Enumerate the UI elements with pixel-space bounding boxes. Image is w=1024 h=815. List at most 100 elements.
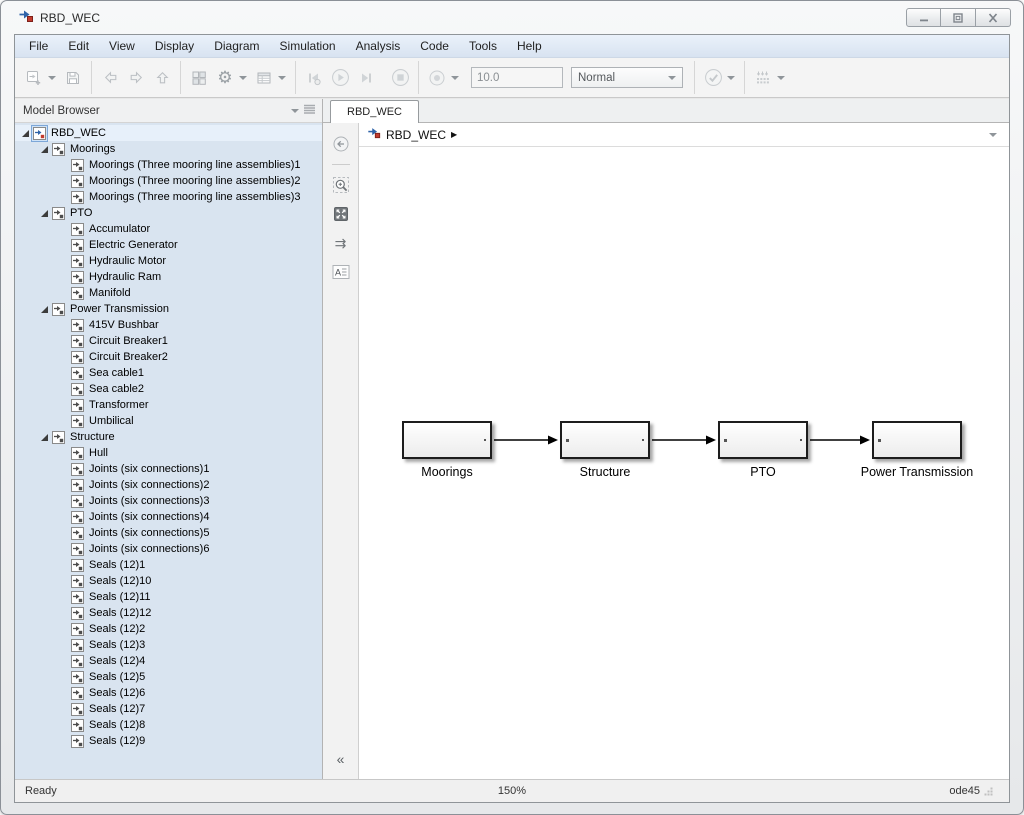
panel-dropdown-chevron-icon[interactable]	[291, 109, 299, 113]
run-button[interactable]	[327, 65, 353, 91]
tree-expander-icon[interactable]	[38, 209, 51, 218]
tree-item[interactable]: Seals (12)10	[15, 573, 322, 589]
build-button[interactable]	[750, 65, 776, 91]
tree-item[interactable]: Seals (12)6	[15, 685, 322, 701]
diagram[interactable]: Moorings Structure PTO Power Transmission	[359, 147, 1009, 779]
menu-view[interactable]: View	[99, 36, 145, 56]
tree-expander-icon[interactable]	[38, 305, 51, 314]
tree-item[interactable]: Hydraulic Ram	[15, 269, 322, 285]
block-label[interactable]: Structure	[580, 465, 631, 479]
close-button[interactable]	[976, 8, 1011, 27]
tree-item[interactable]: Joints (six connections)6	[15, 541, 322, 557]
breadcrumb-chevron-down-icon[interactable]	[989, 133, 997, 137]
menu-code[interactable]: Code	[410, 36, 459, 56]
menu-display[interactable]: Display	[145, 36, 204, 56]
step-forward-button[interactable]	[353, 65, 379, 91]
block-moorings[interactable]	[402, 421, 492, 459]
block-pto[interactable]	[718, 421, 808, 459]
tree-item[interactable]: Seals (12)12	[15, 605, 322, 621]
tree-item[interactable]: Sea cable1	[15, 365, 322, 381]
tree-item[interactable]: Joints (six connections)2	[15, 477, 322, 493]
tree-expander-icon[interactable]	[38, 433, 51, 442]
block-label[interactable]: PTO	[750, 465, 775, 479]
menu-help[interactable]: Help	[507, 36, 552, 56]
tree-item[interactable]: Moorings	[15, 141, 322, 157]
tree-item[interactable]: Joints (six connections)1	[15, 461, 322, 477]
menu-analysis[interactable]: Analysis	[346, 36, 411, 56]
tree-item[interactable]: Hull	[15, 445, 322, 461]
tree-item[interactable]: Seals (12)7	[15, 701, 322, 717]
tree-item[interactable]: Seals (12)4	[15, 653, 322, 669]
block-label[interactable]: Power Transmission	[861, 465, 974, 479]
tree-item[interactable]: Structure	[15, 429, 322, 445]
menu-tools[interactable]: Tools	[459, 36, 507, 56]
tree-expander-icon[interactable]	[19, 129, 32, 138]
minimize-button[interactable]	[906, 8, 941, 27]
tree-item[interactable]: Seals (12)9	[15, 733, 322, 749]
library-browser-button[interactable]	[186, 65, 212, 91]
tree-item[interactable]: Seals (12)1	[15, 557, 322, 573]
tree-item[interactable]: Accumulator	[15, 221, 322, 237]
tree-item[interactable]: Power Transmission	[15, 301, 322, 317]
collapse-browser-button[interactable]: «	[337, 751, 345, 767]
model-configuration-chevron-down-icon[interactable]	[239, 76, 247, 80]
tab-rbd-wec[interactable]: RBD_WEC	[330, 100, 419, 123]
step-back-button[interactable]	[301, 65, 327, 91]
route-signals-button[interactable]: ⇉	[328, 230, 354, 256]
tree-item[interactable]: Seals (12)2	[15, 621, 322, 637]
navigate-back-button[interactable]	[97, 65, 123, 91]
tree-item[interactable]: Electric Generator	[15, 237, 322, 253]
tree-item[interactable]: Hydraulic Motor	[15, 253, 322, 269]
model-configuration-button[interactable]: ⚙	[212, 65, 238, 91]
menu-file[interactable]: File	[19, 36, 58, 56]
new-model-button[interactable]	[21, 65, 47, 91]
menu-diagram[interactable]: Diagram	[204, 36, 269, 56]
tree-item[interactable]: PTO	[15, 205, 322, 221]
tree-item[interactable]: 415V Bushbar	[15, 317, 322, 333]
update-diagram-button[interactable]	[700, 65, 726, 91]
tree-item[interactable]: Joints (six connections)5	[15, 525, 322, 541]
fit-to-view-button[interactable]	[328, 201, 354, 227]
save-button[interactable]	[60, 65, 86, 91]
back-button[interactable]	[328, 131, 354, 157]
build-chevron-down-icon[interactable]	[777, 76, 785, 80]
breadcrumb-path[interactable]: RBD_WEC	[386, 128, 446, 142]
stop-time-input[interactable]	[471, 67, 563, 88]
block-structure[interactable]	[560, 421, 650, 459]
tree-item[interactable]: Seals (12)8	[15, 717, 322, 733]
title-bar[interactable]: RBD_WEC	[1, 1, 1023, 34]
model-data-editor-button[interactable]	[251, 65, 277, 91]
simulation-mode-select[interactable]: Normal	[571, 67, 683, 88]
navigate-forward-button[interactable]	[123, 65, 149, 91]
block-power-transmission[interactable]	[872, 421, 962, 459]
model-data-editor-chevron-down-icon[interactable]	[278, 76, 286, 80]
tree-item[interactable]: RBD_WEC	[15, 125, 322, 141]
tree-item[interactable]: Circuit Breaker2	[15, 349, 322, 365]
record-button[interactable]	[424, 65, 450, 91]
tree-item[interactable]: Moorings (Three mooring line assemblies)…	[15, 173, 322, 189]
panel-menu-icon[interactable]	[303, 102, 316, 120]
menu-edit[interactable]: Edit	[58, 36, 99, 56]
new-model-chevron-down-icon[interactable]	[48, 76, 56, 80]
tree-item[interactable]: Seals (12)3	[15, 637, 322, 653]
tree-item[interactable]: Joints (six connections)4	[15, 509, 322, 525]
zoom-to-selection-button[interactable]	[328, 172, 354, 198]
menu-simulation[interactable]: Simulation	[270, 36, 346, 56]
tree-item[interactable]: Moorings (Three mooring line assemblies)…	[15, 189, 322, 205]
tree-expander-icon[interactable]	[38, 145, 51, 154]
block-label[interactable]: Moorings	[421, 465, 472, 479]
tree-item[interactable]: Moorings (Three mooring line assemblies)…	[15, 157, 322, 173]
tree-item[interactable]: Joints (six connections)3	[15, 493, 322, 509]
tree-item[interactable]: Seals (12)11	[15, 589, 322, 605]
tree-item[interactable]: Circuit Breaker1	[15, 333, 322, 349]
tree-item[interactable]: Manifold	[15, 285, 322, 301]
annotation-button[interactable]: A	[328, 259, 354, 285]
record-chevron-down-icon[interactable]	[451, 76, 459, 80]
stop-button[interactable]	[387, 65, 413, 91]
navigate-up-button[interactable]	[149, 65, 175, 91]
maximize-button[interactable]	[941, 8, 976, 27]
tree-item[interactable]: Seals (12)5	[15, 669, 322, 685]
tree-item[interactable]: Sea cable2	[15, 381, 322, 397]
update-diagram-chevron-down-icon[interactable]	[727, 76, 735, 80]
tree-item[interactable]: Umbilical	[15, 413, 322, 429]
